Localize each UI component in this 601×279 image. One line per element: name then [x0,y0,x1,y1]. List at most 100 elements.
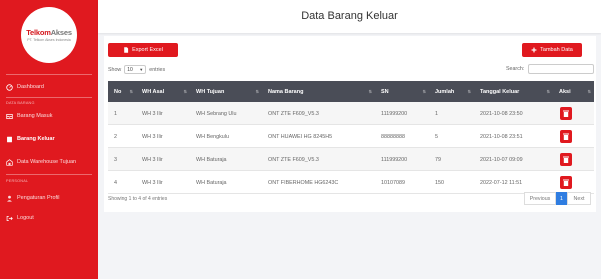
cell-wh-tujuan: WH Baturaja [196,156,227,163]
delete-button[interactable] [560,153,572,166]
sidebar-heading-data: DATA BARANG [6,101,35,105]
previous-page-button[interactable]: Previous [524,192,556,205]
next-page-button[interactable]: Next [567,192,591,205]
sidebar-item-label: Logout [17,215,34,221]
chevron-down-icon: ▼ [139,67,144,72]
column-header-label: WH Tujuan [196,88,225,95]
add-data-button[interactable]: Tambah Data [522,43,582,57]
table-info: Showing 1 to 4 of 4 entries [108,196,168,202]
inbox-icon [6,113,13,119]
dashboard-icon [6,83,13,91]
cell-wh-tujuan: WH Bengkulu [196,133,229,140]
entries-select[interactable]: 10 ▼ [124,65,147,74]
logo-accent: Akses [50,28,72,37]
sidebar-heading-personal: PERSONAL [6,179,29,183]
logo-subtitle: PT. Telkom Akses Indonesia [27,38,71,42]
table-row: 1 WH 3 Ilir WH Sebrang Ulu ONT ZTE F609_… [108,102,594,125]
cell-no: 3 [114,156,117,163]
column-header-label: Nama Barang [268,88,304,95]
logo-main: Telkom [26,28,51,37]
sidebar-item-label: Dashboard [17,84,44,90]
cell-sn: 111999200 [381,110,408,117]
sidebar-item-barang-keluar[interactable]: Barang Keluar [6,133,55,145]
table-row: 2 WH 3 Ilir WH Bengkulu ONT HUAWEI HG 82… [108,125,594,148]
cell-jumlah: 150 [435,179,444,186]
sort-icon: ⇅ [467,89,471,94]
sort-icon: ⇅ [183,89,187,94]
sidebar-item-dashboard[interactable]: Dashboard [6,81,44,93]
cell-tanggal-keluar: 2021-10-08 23:50 [480,110,523,117]
sort-icon: ⇅ [587,89,591,94]
trash-icon [563,110,569,117]
table-header: No ⇅ WH Asal ⇅ WH Tujuan ⇅ Nama Barang ⇅ SN ⇅… [108,81,594,102]
show-label: Show [108,66,122,73]
sidebar-item-logout[interactable]: Logout [6,212,34,224]
file-excel-icon [124,47,129,53]
cell-nama-barang: ONT HUAWEI HG 8245H5 [268,133,333,140]
column-header-label: No [114,88,122,95]
cell-tanggal-keluar: 2021-10-07 09:09 [480,156,523,163]
column-header-label: Aksi [559,88,571,95]
search-input[interactable] [528,64,594,74]
sidebar-item-label: Barang Masuk [17,113,53,119]
cell-wh-asal: WH 3 Ilir [142,156,163,163]
delete-button[interactable] [560,107,572,120]
column-header-tanggal-keluar[interactable]: Tanggal Keluar ⇅ [474,81,553,102]
page-1-button[interactable]: 1 [556,192,567,205]
cell-sn: 111999200 [381,156,408,163]
cell-wh-tujuan: WH Sebrang Ulu [196,110,237,117]
export-excel-label: Export Excel [132,47,163,53]
sidebar-item-label: Barang Keluar [17,136,55,142]
main-area: Data Barang Keluar Export Excel Tambah D… [98,0,601,279]
cell-no: 4 [114,179,117,186]
table-row: 4 WH 3 Ilir WH Baturaja ONT FIBERHOME HG… [108,171,594,194]
column-header-nama-barang[interactable]: Nama Barang ⇅ [262,81,375,102]
cell-wh-tujuan: WH Baturaja [196,179,227,186]
logo-text: TelkomAkses [26,28,72,37]
sidebar-item-warehouse-tujuan[interactable]: Data Warehouse Tujuan [6,156,76,168]
export-excel-button[interactable]: Export Excel [108,43,178,57]
cell-tanggal-keluar: 2021-10-08 23:51 [480,133,523,140]
column-header-label: SN [381,88,389,95]
telkom-akses-logo[interactable]: TelkomAkses PT. Telkom Akses Indonesia [21,7,77,63]
column-header-aksi[interactable]: Aksi ⇅ [553,81,594,102]
sidebar-item-barang-masuk[interactable]: Barang Masuk [6,110,52,122]
column-header-label: Jumlah [435,88,455,95]
column-header-wh-tujuan[interactable]: WH Tujuan ⇅ [190,81,262,102]
topbar: Data Barang Keluar [98,0,601,33]
sidebar-divider [6,174,92,175]
cell-nama-barang: ONT ZTE F609_V5.3 [268,110,319,117]
cell-wh-asal: WH 3 Ilir [142,179,163,186]
cell-jumlah: 1 [435,110,438,117]
sort-icon: ⇅ [422,89,426,94]
column-header-no[interactable]: No ⇅ [108,81,136,102]
column-header-wh-asal[interactable]: WH Asal ⇅ [136,81,190,102]
trash-icon [563,156,569,163]
logout-icon [6,215,13,221]
user-icon [7,195,12,202]
plus-icon [531,47,537,53]
cell-wh-asal: WH 3 Ilir [142,133,163,140]
cell-sn: 10107089 [381,179,405,186]
page-title: Data Barang Keluar [301,10,398,22]
trash-icon [563,133,569,140]
column-header-jumlah[interactable]: Jumlah ⇅ [429,81,474,102]
search-label: Search: [506,66,525,72]
sort-icon: ⇅ [368,89,372,94]
delete-button[interactable] [560,176,572,189]
sidebar-item-pengaturan-profil[interactable]: Pengaturan Profil [6,192,60,204]
column-header-sn[interactable]: SN ⇅ [375,81,429,102]
delete-button[interactable] [560,130,572,143]
sidebar-divider [6,74,92,75]
entries-control: Show 10 ▼ entries [108,65,165,74]
cell-nama-barang: ONT ZTE F609_V5.3 [268,156,319,163]
box-out-icon [7,136,12,142]
app-window: TelkomAkses PT. Telkom Akses Indonesia D… [0,0,601,279]
cell-jumlah: 5 [435,133,438,140]
column-header-label: WH Asal [142,88,165,95]
warehouse-icon [6,158,13,166]
sidebar-item-label: Pengaturan Profil [17,195,60,201]
column-header-label: Tanggal Keluar [480,88,520,95]
logo-area: TelkomAkses PT. Telkom Akses Indonesia [0,0,98,70]
sidebar: TelkomAkses PT. Telkom Akses Indonesia D… [0,0,98,279]
